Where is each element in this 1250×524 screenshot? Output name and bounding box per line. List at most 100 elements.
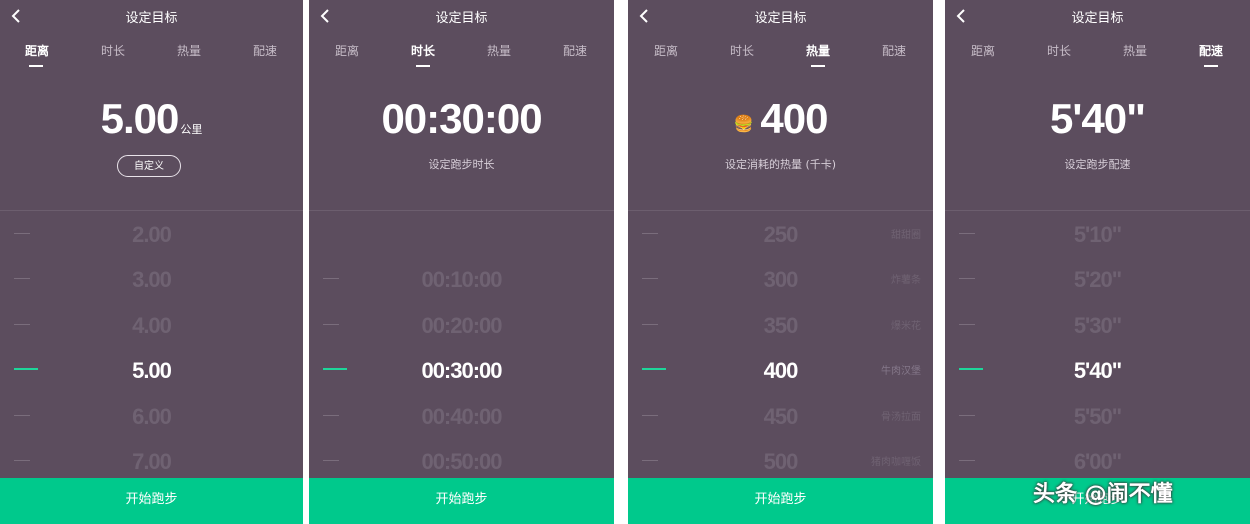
picker-row-selected[interactable]: 00:30:00 xyxy=(309,358,614,383)
picker-row[interactable]: 7.00 xyxy=(0,449,303,474)
picker-row[interactable]: 00:10:00 xyxy=(309,267,614,292)
picker-row[interactable]: 300 炸薯条 xyxy=(628,267,933,292)
tab-duration[interactable]: 时长 xyxy=(75,42,151,59)
food-label: 爆米花 xyxy=(891,321,921,332)
target-number: 5.00 xyxy=(100,95,180,142)
picker-value-selected: 5.00 xyxy=(132,358,172,383)
food-label: 骨汤拉面 xyxy=(881,412,921,423)
panel-duration: 设定目标 距离 时长 热量 配速 00:30:00 设定跑步时长 00:10:0… xyxy=(309,0,614,524)
picker-row[interactable]: 5'30" xyxy=(945,313,1250,338)
burger-icon: 🍔 xyxy=(733,116,754,133)
picker-row[interactable]: 250 甜甜圈 xyxy=(628,222,933,247)
panel-calories: 设定目标 距离 时长 热量 配速 🍔 400 设定消耗的热量 (千卡) 250 甜甜… xyxy=(628,0,933,524)
header: 设定目标 xyxy=(628,0,933,32)
divider xyxy=(628,210,933,211)
picker-value: 5'30" xyxy=(1073,313,1122,338)
picker-row[interactable]: 5'20" xyxy=(945,267,1250,292)
picker-row[interactable]: 2.00 xyxy=(0,222,303,247)
tab-calories[interactable]: 热量 xyxy=(461,42,537,59)
picker-value: 5'50" xyxy=(1073,404,1122,429)
picker-value: 5'20" xyxy=(1073,267,1122,292)
picker-value: 3.00 xyxy=(132,267,172,292)
picker-row[interactable]: 00:50:00 xyxy=(309,449,614,474)
target-value: 5'40" xyxy=(1050,95,1146,142)
picker-row-selected[interactable]: 5'40" xyxy=(945,358,1250,383)
active-tab-indicator xyxy=(29,65,43,67)
picker-value: 2.00 xyxy=(132,222,172,247)
page-title: 设定目标 xyxy=(435,11,488,26)
picker-value: 4.00 xyxy=(132,313,172,338)
tab-bar: 距离 时长 热量 配速 xyxy=(945,42,1250,72)
picker-value: 00:40:00 xyxy=(421,404,502,429)
picker-value: 250 xyxy=(763,222,799,247)
header: 设定目标 xyxy=(309,0,614,32)
picker-value: 5'10" xyxy=(1073,222,1122,247)
target-subtitle: 设定消耗的热量 (千卡) xyxy=(724,158,837,171)
tab-distance[interactable]: 距离 xyxy=(628,42,704,59)
picker-value: 6.00 xyxy=(132,404,172,429)
picker-value: 00:20:00 xyxy=(421,313,502,338)
divider xyxy=(945,210,1250,211)
tab-bar: 距离 时长 热量 配速 xyxy=(628,42,933,72)
tab-duration[interactable]: 时长 xyxy=(1021,42,1097,59)
page-title: 设定目标 xyxy=(754,11,807,26)
start-run-button[interactable]: 开始跑步 xyxy=(309,478,614,524)
custom-button[interactable]: 自定义 xyxy=(117,155,181,177)
target-subtitle: 设定跑步时长 xyxy=(428,158,495,171)
picker-row[interactable]: 350 爆米花 xyxy=(628,313,933,338)
picker-row[interactable]: 6.00 xyxy=(0,404,303,429)
picker-row[interactable]: 6'00" xyxy=(945,449,1250,474)
active-tab-indicator xyxy=(811,65,825,67)
picker-row[interactable]: 00:40:00 xyxy=(309,404,614,429)
tab-pace[interactable]: 配速 xyxy=(1173,42,1249,59)
tab-pace[interactable]: 配速 xyxy=(856,42,932,59)
picker-row-selected[interactable]: 400 牛肉汉堡 xyxy=(628,358,933,383)
picker-row-selected[interactable]: 5.00 xyxy=(0,358,303,383)
tab-pace[interactable]: 配速 xyxy=(227,42,303,59)
target-value: 🍔 400 xyxy=(628,95,933,143)
picker-value-selected: 5'40" xyxy=(1073,358,1122,383)
start-run-button[interactable]: 开始跑步 xyxy=(0,478,303,524)
tab-calories[interactable]: 热量 xyxy=(780,42,856,59)
picker-row[interactable]: 00:20:00 xyxy=(309,313,614,338)
tab-distance[interactable]: 距离 xyxy=(945,42,1021,59)
food-label-selected: 牛肉汉堡 xyxy=(881,366,921,377)
unit-label: 公里 xyxy=(180,124,203,136)
picker-value: 00:50:00 xyxy=(421,449,502,474)
tab-bar: 距离 时长 热量 配速 xyxy=(309,42,614,72)
picker-row[interactable]: 3.00 xyxy=(0,267,303,292)
picker-value: 6'00" xyxy=(1073,449,1122,474)
picker-value: 300 xyxy=(763,267,799,292)
start-run-button[interactable]: 开始跑步 xyxy=(628,478,933,524)
picker-row[interactable]: 500 猪肉咖喱饭 xyxy=(628,449,933,474)
target-number: 400 xyxy=(760,95,828,142)
tab-duration[interactable]: 时长 xyxy=(385,42,461,59)
food-label: 猪肉咖喱饭 xyxy=(871,457,921,468)
target-subtitle: 设定跑步配速 xyxy=(1064,158,1131,171)
tab-bar: 距离 时长 热量 配速 xyxy=(0,42,303,72)
active-tab-indicator xyxy=(416,65,430,67)
header: 设定目标 xyxy=(945,0,1250,32)
picker-row[interactable]: 4.00 xyxy=(0,313,303,338)
picker-row[interactable]: 5'50" xyxy=(945,404,1250,429)
tab-calories[interactable]: 热量 xyxy=(1097,42,1173,59)
tab-distance[interactable]: 距离 xyxy=(309,42,385,59)
target-value: 00:30:00 xyxy=(381,95,542,142)
tab-distance[interactable]: 距离 xyxy=(0,42,75,59)
active-tab-indicator xyxy=(1204,65,1218,67)
picker-value-selected: 00:30:00 xyxy=(421,358,502,383)
picker-row[interactable]: 450 骨汤拉面 xyxy=(628,404,933,429)
page-title: 设定目标 xyxy=(1071,11,1124,26)
divider xyxy=(0,210,303,211)
picker-row[interactable]: 5'10" xyxy=(945,222,1250,247)
header: 设定目标 xyxy=(0,0,303,32)
tab-pace[interactable]: 配速 xyxy=(537,42,613,59)
picker-row[interactable] xyxy=(309,222,614,246)
watermark: 头条 @闹不懂 xyxy=(1033,482,1173,507)
target-value: 5.00 公里 xyxy=(0,95,303,143)
food-label: 炸薯条 xyxy=(891,275,921,286)
panel-pace: 设定目标 距离 时长 热量 配速 5'40" 设定跑步配速 5'10" 5'20… xyxy=(945,0,1250,524)
tab-duration[interactable]: 时长 xyxy=(704,42,780,59)
tab-calories[interactable]: 热量 xyxy=(151,42,227,59)
divider xyxy=(309,210,614,211)
